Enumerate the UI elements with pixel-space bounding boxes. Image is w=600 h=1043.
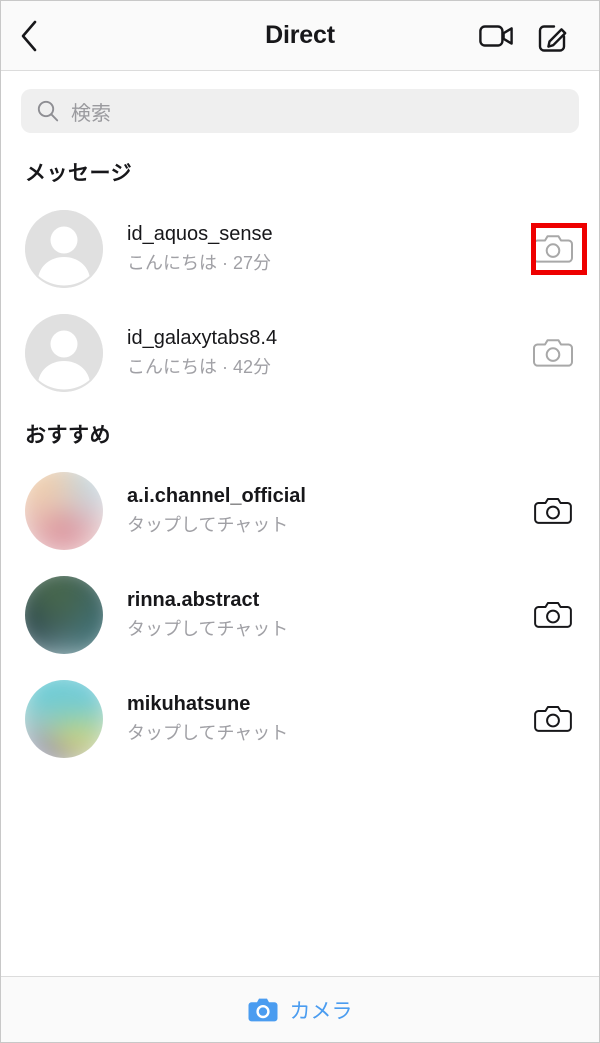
avatar <box>25 472 103 550</box>
direct-messages-screen: Direct 検索 メッセージ id_aquos_sense こんにちは · 2… <box>0 0 600 1043</box>
conversation-row[interactable]: id_galaxytabs8.4 こんにちは · 42分 <box>1 301 599 405</box>
username: rinna.abstract <box>127 589 260 611</box>
camera-icon <box>533 339 573 367</box>
camera-bottom-bar[interactable]: カメラ <box>1 976 599 1042</box>
message-preview: こんにちは · 42分 <box>127 357 272 377</box>
blurred-photo-avatar <box>25 472 103 550</box>
camera-icon <box>533 235 573 263</box>
suggested-row[interactable]: mikuhatsune タップしてチャット <box>1 667 599 771</box>
camera-button[interactable] <box>531 491 575 531</box>
video-camera-icon <box>479 24 513 47</box>
message-preview: こんにちは · 27分 <box>127 253 272 273</box>
suggested-row[interactable]: a.i.channel_official タップしてチャット <box>1 459 599 563</box>
section-header-suggested: おすすめ <box>25 424 111 447</box>
avatar <box>25 314 103 392</box>
default-person-avatar-icon <box>25 210 103 288</box>
camera-icon <box>534 497 572 524</box>
avatar <box>25 576 103 654</box>
camera-button[interactable] <box>531 699 575 739</box>
avatar <box>25 210 103 288</box>
avatar <box>25 680 103 758</box>
search-input[interactable]: 検索 <box>21 89 579 133</box>
conversation-list[interactable]: メッセージ id_aquos_sense こんにちは · 27分 id_gala… <box>1 143 599 976</box>
camera-icon <box>534 705 572 732</box>
suggested-text: a.i.channel_official タップしてチャット <box>127 485 531 537</box>
username: id_aquos_sense <box>127 223 273 245</box>
search-icon <box>37 100 59 122</box>
suggested-text: mikuhatsune タップしてチャット <box>127 693 531 745</box>
camera-bar-label: カメラ <box>289 999 353 1023</box>
camera-icon <box>534 601 572 628</box>
blurred-photo-avatar <box>25 576 103 654</box>
conversation-text: id_galaxytabs8.4 こんにちは · 42分 <box>127 327 531 379</box>
blurred-photo-avatar <box>25 680 103 758</box>
suggested-row[interactable]: rinna.abstract タップしてチャット <box>1 563 599 667</box>
username: mikuhatsune <box>127 693 251 715</box>
suggestion-hint: タップしてチャット <box>127 619 289 639</box>
conversation-row[interactable]: id_aquos_sense こんにちは · 27分 <box>1 197 599 301</box>
suggestion-hint: タップしてチャット <box>127 515 289 535</box>
video-call-button[interactable] <box>479 18 515 54</box>
suggestion-hint: タップしてチャット <box>127 723 289 743</box>
camera-filled-icon <box>248 998 277 1021</box>
default-person-avatar-icon <box>25 314 103 392</box>
camera-button[interactable] <box>531 595 575 635</box>
search-container: 検索 <box>1 71 599 143</box>
header-actions <box>479 18 599 54</box>
search-placeholder: 検索 <box>71 102 111 125</box>
camera-button[interactable] <box>531 229 575 269</box>
username: id_galaxytabs8.4 <box>127 327 278 349</box>
section-header-messages: メッセージ <box>25 162 133 185</box>
conversation-text: id_aquos_sense こんにちは · 27分 <box>127 223 531 275</box>
suggested-text: rinna.abstract タップしてチャット <box>127 589 531 641</box>
compose-pencil-icon <box>538 24 567 52</box>
camera-button[interactable] <box>531 333 575 373</box>
app-header: Direct <box>1 1 599 71</box>
username: a.i.channel_official <box>127 485 306 507</box>
new-message-button[interactable] <box>535 18 571 54</box>
